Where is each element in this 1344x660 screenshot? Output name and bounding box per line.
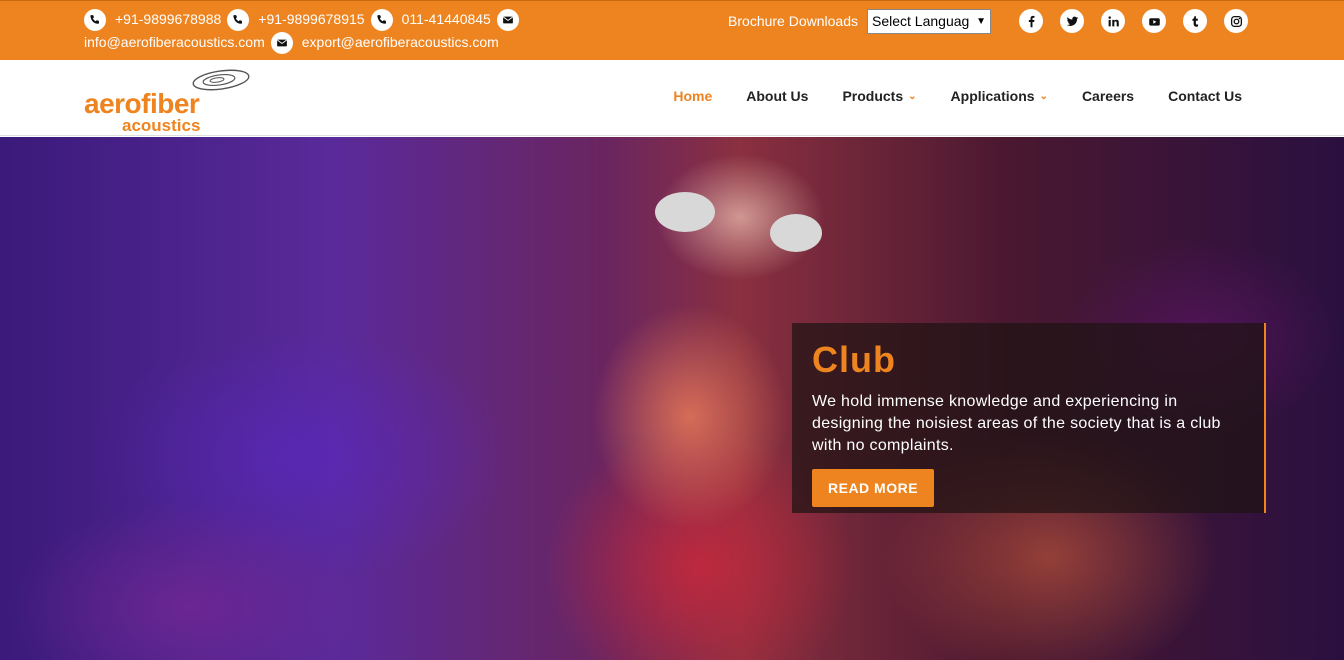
nav-label: About Us — [746, 88, 809, 104]
nav-contact-us[interactable]: Contact Us — [1168, 88, 1242, 104]
tumblr-icon[interactable] — [1183, 9, 1207, 33]
twitter-icon[interactable] — [1060, 9, 1084, 33]
facebook-icon[interactable] — [1019, 9, 1043, 33]
language-select[interactable]: Select Languag ▼ — [867, 8, 991, 34]
nav-label: Careers — [1081, 88, 1135, 104]
top-right-tools: Brochure Downloads Select Languag ▼ — [728, 8, 1248, 34]
read-more-button[interactable]: READ MORE — [812, 469, 935, 507]
slide-description: We hold immense knowledge and experienci… — [812, 393, 1221, 454]
slide-title: Club — [812, 339, 896, 380]
chevron-down-icon: ⌄ — [908, 90, 917, 102]
main-navbar: aerofiber acoustics Home About Us Produc… — [0, 60, 1344, 136]
contact-info: +91-9899678988 +91-9899678915 011-414408… — [84, 8, 524, 54]
phone-icon — [227, 8, 250, 31]
instagram-icon[interactable] — [1224, 9, 1248, 33]
linkedin-icon[interactable] — [1101, 9, 1125, 33]
nav-careers[interactable]: Careers — [1082, 88, 1134, 104]
top-bar: +91-9899678988 +91-9899678915 011-414408… — [0, 0, 1344, 60]
phone-link-3[interactable]: 011-41440845 — [402, 8, 491, 31]
site-logo[interactable]: aerofiber acoustics — [84, 66, 254, 135]
hero-slider: Club We hold immense knowledge and exper… — [0, 137, 1344, 660]
stage-light — [655, 192, 715, 232]
phone-link-1[interactable]: +91-9899678988 — [115, 8, 221, 31]
nav-applications[interactable]: Applications ⌄ — [951, 88, 1048, 104]
phone-icon — [84, 8, 106, 31]
nav-products[interactable]: Products ⌄ — [842, 88, 916, 104]
envelope-icon — [270, 31, 293, 54]
logo-text-acoustics: acoustics — [122, 116, 201, 135]
nav-home[interactable]: Home — [673, 88, 712, 104]
envelope-icon — [496, 8, 519, 31]
slide-caption: Club We hold immense knowledge and exper… — [792, 323, 1266, 513]
stage-light — [770, 214, 822, 252]
phone-icon — [370, 8, 393, 31]
language-select-value: Select Languag — [872, 13, 970, 29]
youtube-icon[interactable] — [1142, 9, 1166, 33]
nav-label: Applications — [950, 88, 1035, 104]
nav-about-us[interactable]: About Us — [746, 88, 808, 104]
nav-label: Contact Us — [1168, 88, 1242, 104]
email-link-info[interactable]: info@aerofiberacoustics.com — [84, 31, 265, 54]
phone-link-2[interactable]: +91-9899678915 — [258, 8, 364, 31]
main-menu: Home About Us Products ⌄ Applications ⌄ … — [639, 88, 1242, 104]
brochure-downloads-link[interactable]: Brochure Downloads — [728, 13, 858, 29]
email-link-export[interactable]: export@aerofiberacoustics.com — [302, 31, 499, 54]
chevron-down-icon: ▼ — [976, 15, 986, 27]
chevron-down-icon: ⌄ — [1039, 90, 1048, 102]
nav-label: Home — [673, 88, 713, 104]
nav-label: Products — [842, 88, 904, 104]
